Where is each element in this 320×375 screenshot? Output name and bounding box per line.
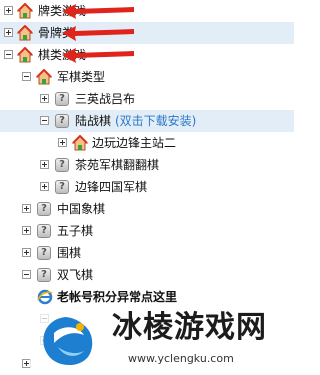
red-arrow-icon [62,4,134,19]
tree-row-weiqi[interactable]: ? 围棋 [0,242,294,264]
expand-toggle[interactable] [4,6,13,15]
watermark-url: www.yclengku.com [128,352,234,365]
tree-row-wuziqi[interactable]: ? 五子棋 [0,220,294,242]
game-icon: ? [55,158,69,172]
game-icon: ? [55,92,69,106]
game-icon: ? [37,268,51,282]
house-icon [36,69,52,85]
collapse-toggle[interactable] [22,270,31,279]
game-icon: ? [55,180,69,194]
game-icon: ? [37,224,51,238]
game-icon: ? [55,114,69,128]
tree-row-siguo[interactable]: ? 边锋四国军棋 [0,176,294,198]
tree-row-shuangfei[interactable]: ? 双飞棋 [0,264,294,286]
tree-row-card-games[interactable]: 牌类游戏 [0,0,294,22]
tree-row-bianwan[interactable]: 边玩边锋主站二 [0,132,294,154]
tree-label: 军棋类型 [57,70,106,84]
tree-label: 围棋 [57,246,82,260]
expand-toggle[interactable] [22,226,31,235]
expand-toggle[interactable] [40,94,49,103]
house-icon [17,3,33,19]
watermark-logo-icon [43,317,93,366]
tree-label: 茶苑军棋翻翻棋 [75,158,160,172]
tree-row-old-account-link[interactable]: 老帐号积分异常点这里 [0,286,294,308]
tree-label: 双飞棋 [57,268,94,282]
tree-label: 边玩边锋主站二 [92,136,177,150]
tree-row-army-chess-types[interactable]: 军棋类型 [0,66,294,88]
tree-label: 边锋四国军棋 [75,180,148,194]
collapse-toggle[interactable] [22,72,31,81]
red-arrow-icon [62,26,134,41]
tree-label: 中国象棋 [57,202,106,216]
house-icon [72,135,88,151]
game-icon: ? [37,246,51,260]
expand-toggle[interactable] [58,138,67,147]
game-icon: ? [37,202,51,216]
tree-row-xiangqi[interactable]: ? 中国象棋 [0,198,294,220]
red-arrow-icon [62,48,134,63]
tree-row-board-games[interactable]: 棋类游戏 [0,44,294,66]
tree-row-luzhanqi[interactable]: ? 陆战棋 (双击下载安装) [0,110,294,132]
expand-toggle[interactable] [22,204,31,213]
collapse-toggle[interactable] [4,50,13,59]
tree-label: 三英战吕布 [75,92,136,106]
tree-row-chayuan[interactable]: ? 茶苑军棋翻翻棋 [0,154,294,176]
expand-toggle[interactable] [4,28,13,37]
tree-label: 五子棋 [57,224,94,238]
watermark-text: 冰棱游戏网 [112,310,267,345]
tree-label: 老帐号积分异常点这里 [57,290,178,304]
tree-row-sanying[interactable]: ? 三英战吕布 [0,88,294,110]
tree-row-domino[interactable]: 骨牌类 [0,22,294,44]
house-icon [17,47,33,63]
expand-toggle[interactable] [22,248,31,257]
expand-toggle[interactable] [40,182,49,191]
house-icon [17,25,33,41]
download-install-hint[interactable]: (双击下载安装) [115,110,196,132]
collapse-toggle[interactable] [40,116,49,125]
ie-icon [37,289,53,305]
tree-label: 陆战棋 [75,114,112,128]
expand-toggle[interactable] [40,160,49,169]
